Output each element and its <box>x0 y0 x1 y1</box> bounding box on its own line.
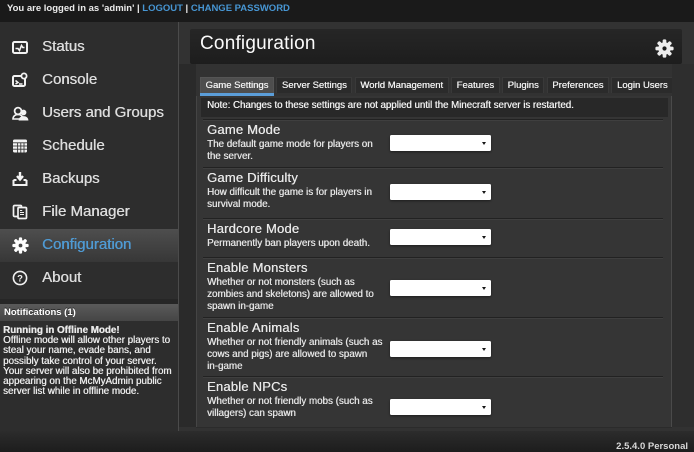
svg-text:?: ? <box>17 273 23 284</box>
